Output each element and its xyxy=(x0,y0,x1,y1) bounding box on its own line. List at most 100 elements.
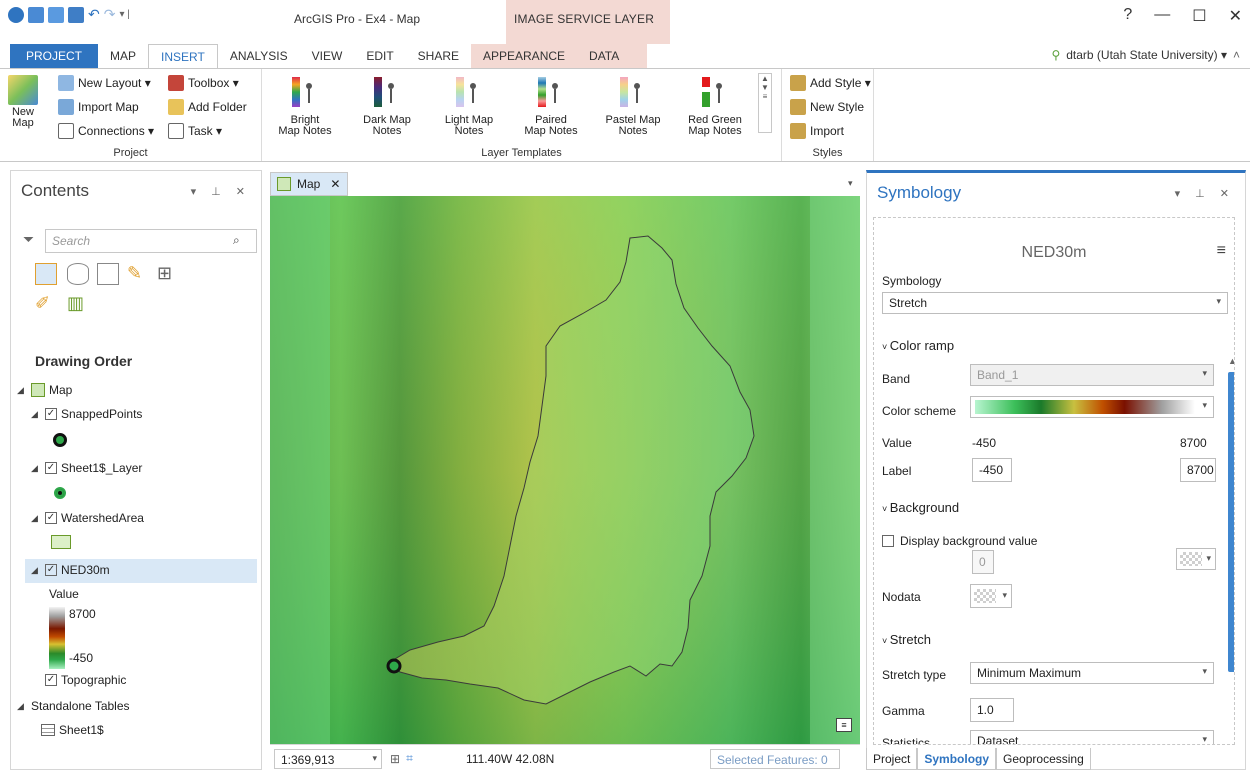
restore-button[interactable]: ☐ xyxy=(1192,6,1206,26)
collapse-icon[interactable]: ◢ xyxy=(31,565,41,576)
user-account[interactable]: ⚲ dtarb (Utah State University) ▾ ˄ xyxy=(1051,48,1240,62)
new-map-button[interactable]: New Map xyxy=(8,75,38,129)
red-green-map-notes-template[interactable]: Red Green Map Notes xyxy=(678,77,752,137)
tab-map-view[interactable]: Map ✕ xyxy=(270,172,348,196)
layer-checkbox[interactable]: ✓ xyxy=(45,564,57,576)
layer-checkbox[interactable]: ✓ xyxy=(45,408,57,420)
tab-map[interactable]: MAP xyxy=(98,44,148,68)
undo-icon[interactable]: ↶ xyxy=(88,6,100,23)
tab-analysis[interactable]: ANALYSIS xyxy=(218,44,300,68)
label-max-input[interactable]: 8700 xyxy=(1180,458,1216,482)
list-by-charts-icon[interactable]: ▥ xyxy=(67,293,89,315)
tree-standalone-tables[interactable]: ◢ Standalone Tables xyxy=(17,699,130,713)
app-icon[interactable] xyxy=(8,6,24,23)
view-dropdown-icon[interactable]: ▾ xyxy=(848,178,853,189)
add-style-button[interactable]: Add Style ▾ xyxy=(790,75,871,91)
tab-data[interactable]: DATA xyxy=(577,44,648,68)
tree-layer-ned30m[interactable]: ◢ ✓ NED30m xyxy=(31,563,110,577)
gamma-input[interactable]: 1.0 xyxy=(970,698,1014,722)
pastel-map-notes-template[interactable]: Pastel Map Notes xyxy=(596,77,670,137)
tab-share[interactable]: SHARE xyxy=(406,44,471,68)
filter-icon[interactable]: ⏷ xyxy=(23,231,34,248)
tab-geoprocessing-pane[interactable]: Geoprocessing xyxy=(996,748,1091,770)
nodata-color-picker[interactable]: ▾ xyxy=(970,584,1012,608)
pane-controls[interactable]: ▾ ⊥ ✕ xyxy=(191,185,251,198)
background-color-picker[interactable]: ▾ xyxy=(1176,548,1216,570)
color-scheme-dropdown[interactable]: ▾ xyxy=(970,396,1214,418)
layer-checkbox[interactable]: ✓ xyxy=(45,674,57,686)
stretch-type-dropdown[interactable]: Minimum Maximum ▾ xyxy=(970,662,1214,684)
tree-table-sheet1[interactable]: Sheet1$ xyxy=(41,723,104,737)
toolbox-button[interactable]: Toolbox ▾ xyxy=(168,75,239,91)
connections-button[interactable]: Connections ▾ xyxy=(58,123,154,139)
scroll-up-icon[interactable]: ▲ xyxy=(1228,356,1234,366)
tab-appearance[interactable]: APPEARANCE xyxy=(471,44,578,68)
redo-icon[interactable]: ↷ xyxy=(104,6,116,23)
list-by-labeling-icon[interactable]: ✐ xyxy=(35,293,57,315)
collapse-icon[interactable]: ◢ xyxy=(31,463,41,474)
add-folder-button[interactable]: Add Folder xyxy=(168,99,247,115)
search-icon[interactable]: ⌕ xyxy=(233,233,243,248)
tree-map[interactable]: ◢ Map xyxy=(17,383,72,397)
color-ramp-header[interactable]: ˅ Color ramp xyxy=(882,338,954,353)
help-button[interactable]: ? xyxy=(1123,6,1132,26)
collapse-icon[interactable]: ◢ xyxy=(17,385,27,396)
symbology-type-dropdown[interactable]: Stretch ▾ xyxy=(882,292,1228,314)
import-map-button[interactable]: Import Map xyxy=(58,99,139,115)
grid-icon[interactable]: ⊞ xyxy=(390,752,400,766)
list-by-selection-icon[interactable] xyxy=(97,263,119,285)
snapped-point[interactable] xyxy=(386,658,402,674)
tab-view[interactable]: VIEW xyxy=(300,44,355,68)
collapse-icon[interactable]: ◢ xyxy=(31,513,41,524)
snapping-icon[interactable]: ⌗ xyxy=(406,751,413,766)
chevron-down-icon[interactable]: ▾ xyxy=(372,753,377,764)
bright-map-notes-template[interactable]: Bright Map Notes xyxy=(268,77,342,137)
layer-checkbox[interactable]: ✓ xyxy=(45,512,57,524)
new-layout-button[interactable]: New Layout ▾ xyxy=(58,75,151,91)
menu-icon[interactable]: ≡ xyxy=(1217,242,1226,260)
vertical-scrollbar[interactable] xyxy=(1228,372,1234,672)
customize-qat-icon[interactable]: ▾ | xyxy=(119,9,129,20)
list-by-editing-icon[interactable]: ✎ xyxy=(127,263,149,285)
background-header[interactable]: ˅ Background xyxy=(882,500,959,515)
scale-selector[interactable]: 1:369,913 ▾ xyxy=(274,748,382,769)
tab-symbology-pane[interactable]: Symbology xyxy=(917,748,997,770)
label-min-input[interactable]: -450 xyxy=(972,458,1012,482)
paired-map-notes-template[interactable]: Paired Map Notes xyxy=(514,77,588,137)
stretch-header[interactable]: ˅ Stretch xyxy=(882,632,931,647)
task-button[interactable]: Task ▾ xyxy=(168,123,222,139)
collapse-ribbon-icon[interactable]: ˄ xyxy=(1233,48,1240,62)
map-notes-icon[interactable]: ≡ xyxy=(836,718,852,732)
selected-features-count[interactable]: Selected Features: 0 xyxy=(710,749,840,769)
new-project-icon[interactable] xyxy=(28,6,44,23)
map-canvas[interactable] xyxy=(270,196,860,744)
list-by-drawing-order-icon[interactable] xyxy=(35,263,57,285)
close-icon[interactable]: ✕ xyxy=(330,177,340,191)
tree-layer-snappedpoints[interactable]: ◢ ✓ SnappedPoints xyxy=(31,407,142,421)
tree-layer-sheet1-layer[interactable]: ◢ ✓ Sheet1$_Layer xyxy=(31,461,142,475)
import-style-button[interactable]: Import xyxy=(790,123,844,139)
light-map-notes-template[interactable]: Light Map Notes xyxy=(432,77,506,137)
templates-gallery-scroll[interactable]: ▲ ▼ ≡ xyxy=(758,73,772,133)
tab-edit[interactable]: EDIT xyxy=(354,44,405,68)
collapse-icon[interactable]: ◢ xyxy=(17,701,27,712)
close-button[interactable]: ✕ xyxy=(1229,6,1242,26)
collapse-icon[interactable]: ◢ xyxy=(31,409,41,420)
dark-map-notes-template[interactable]: Dark Map Notes xyxy=(350,77,424,137)
display-background-checkbox[interactable]: Display background value xyxy=(882,534,1037,548)
open-project-icon[interactable] xyxy=(48,6,64,23)
tab-project[interactable]: PROJECT xyxy=(10,44,99,68)
list-by-snapping-icon[interactable]: ⊞ xyxy=(157,263,179,285)
background-value-input[interactable]: 0 xyxy=(972,550,994,574)
tab-project-pane[interactable]: Project xyxy=(866,748,918,770)
new-style-button[interactable]: New Style xyxy=(790,99,864,115)
tab-insert[interactable]: INSERT xyxy=(148,44,218,68)
list-by-data-source-icon[interactable] xyxy=(67,263,89,285)
save-project-icon[interactable] xyxy=(68,6,84,23)
tree-layer-watershedarea[interactable]: ◢ ✓ WatershedArea xyxy=(31,511,144,525)
band-dropdown[interactable]: Band_1 ▾ xyxy=(970,364,1214,386)
statistics-dropdown[interactable]: Dataset ▾ xyxy=(970,730,1214,744)
map-view[interactable]: ≡ xyxy=(270,196,860,744)
tree-layer-topographic[interactable]: ✓ Topographic xyxy=(45,673,126,687)
pane-controls[interactable]: ▾ ⊥ ✕ xyxy=(1175,187,1235,200)
